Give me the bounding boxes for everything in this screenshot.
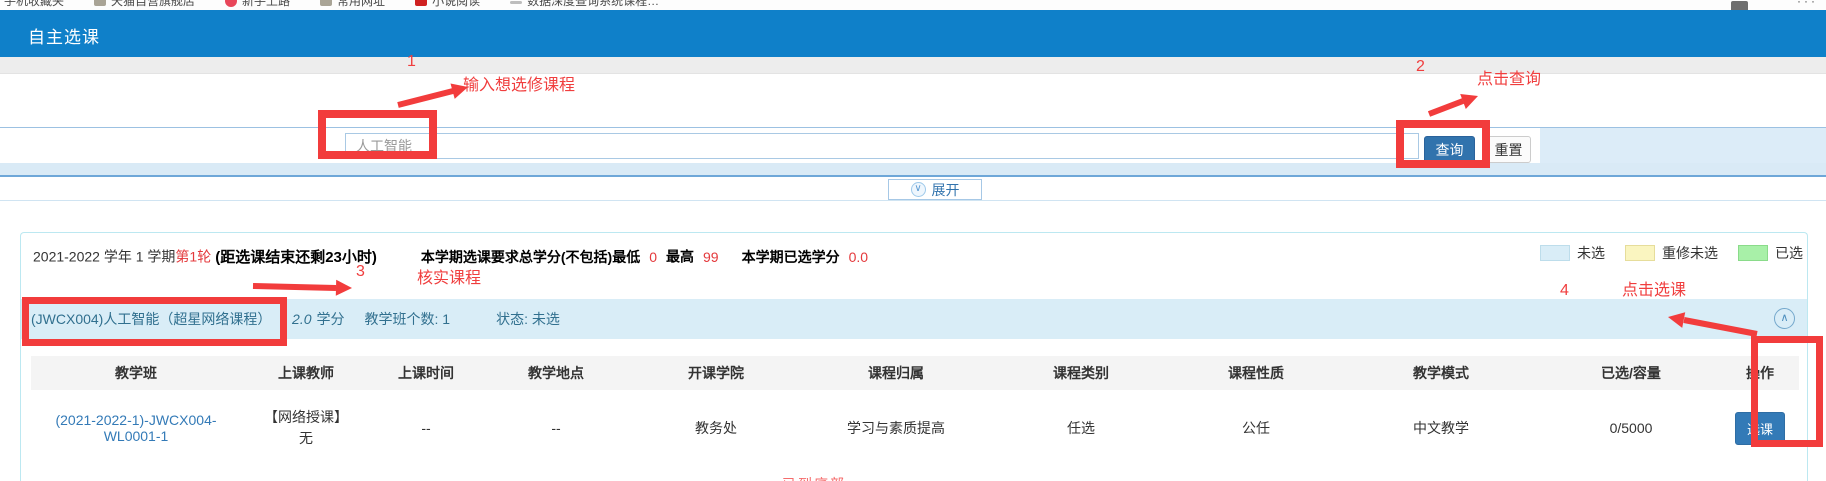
chevron-down-circle-icon: ∨ <box>911 182 926 197</box>
semester-deadline: (距选课结束还剩23小时) <box>215 249 377 266</box>
header-substrip <box>0 57 1826 74</box>
bookmark-item[interactable]: 数据深度查询系统课程… <box>510 0 659 9</box>
col-header-action: 操作 <box>1721 356 1799 390</box>
class-nature: 公任 <box>1171 390 1341 466</box>
class-belong: 学习与素质提高 <box>801 390 991 466</box>
table-row: (2021-2022-1)-JWCX004-WL0001-1 【网络授课】 无 … <box>31 390 1799 466</box>
expand-label: 展开 <box>932 180 960 200</box>
filter-right-fill <box>1540 128 1826 163</box>
legend-swatch-unselected <box>1540 245 1570 261</box>
credit-max-label: 最高 <box>666 249 694 265</box>
course-search-input[interactable] <box>345 133 1419 159</box>
selected-credit-label: 本学期已选学分 <box>742 249 840 265</box>
annotation-step4-number: 4 <box>1560 282 1569 300</box>
folder-icon <box>94 0 106 6</box>
bookmark-label: 手机收藏夹 <box>4 0 64 9</box>
bookmark-item[interactable]: 手机收藏夹 <box>4 0 64 9</box>
legend-label: 已选 <box>1775 243 1803 263</box>
filter-collapse-bar <box>0 163 1826 177</box>
course-selection-page: 手机收藏夹 天猫自营旗舰店 新手上路 常用网址 小说阅读 数据深度查询系统课程…… <box>0 0 1826 481</box>
col-header-college: 开课学院 <box>631 356 801 390</box>
selected-credit-value: 0.0 <box>849 249 868 265</box>
red-dot-icon <box>225 0 237 7</box>
legend-swatch-retake <box>1625 245 1655 261</box>
search-filter-bar: 查询 重置 <box>0 127 1826 163</box>
class-category: 任选 <box>991 390 1171 466</box>
legend-swatch-selected <box>1738 245 1768 261</box>
select-course-button[interactable]: 选课 <box>1735 412 1785 445</box>
legend-item-retake: 重修未选 <box>1625 243 1718 263</box>
reset-button[interactable]: 重置 <box>1486 136 1531 163</box>
teacher-mode: 【网络授课】 <box>241 407 371 428</box>
bookmark-label: 小说阅读 <box>432 0 480 9</box>
col-header-time: 上课时间 <box>371 356 481 390</box>
annotation-step3-text: 核实课程 <box>417 264 481 288</box>
table-header-row: 教学班 上课教师 上课时间 教学地点 开课学院 课程归属 课程类别 课程性质 教… <box>31 356 1799 390</box>
annotation-step1-text: 输入想选修课程 <box>463 71 575 95</box>
annotation-step4-text: 点击选课 <box>1622 276 1686 300</box>
legend-item-selected: 已选 <box>1738 243 1803 263</box>
end-of-list-tip: 已到底部 <box>782 474 846 481</box>
legend-label: 重修未选 <box>1662 243 1718 263</box>
semester-round: 第1轮 <box>175 249 211 265</box>
bookmarks-overflow-icon[interactable]: ··· <box>1797 0 1818 8</box>
class-mode: 中文教学 <box>1341 390 1541 466</box>
annotation-step3-number: 3 <box>356 263 365 281</box>
course-credits-unit: 学分 <box>317 309 345 329</box>
col-header-place: 教学地点 <box>481 356 631 390</box>
page-title: 自主选课 <box>28 23 100 48</box>
col-header-teacher: 上课教师 <box>241 356 371 390</box>
course-group-header[interactable]: (JWCX004)人工智能（超星网络课程） - 2.0 学分 教学班个数: 1 … <box>21 299 1807 339</box>
col-header-nature: 课程性质 <box>1171 356 1341 390</box>
legend-label: 未选 <box>1577 243 1605 263</box>
bookmark-label: 天猫自营旗舰店 <box>111 0 195 9</box>
annotation-step1-number: 1 <box>407 53 416 71</box>
class-place: -- <box>481 390 631 466</box>
arrow-step2 <box>1429 101 1463 114</box>
class-count: 教学班个数: 1 <box>365 309 451 329</box>
bookmark-item[interactable]: 常用网址 <box>320 0 385 9</box>
annotation-step2-number: 2 <box>1416 58 1425 76</box>
col-header-capacity: 已选/容量 <box>1541 356 1721 390</box>
annotation-step2-text: 点击查询 <box>1477 65 1541 89</box>
course-credits-value: 2.0 <box>292 311 311 327</box>
class-time: -- <box>371 390 481 466</box>
semester-term: 2021-2022 学年 1 学期 <box>33 249 175 265</box>
status-legend: 未选 重修未选 已选 <box>1540 243 1803 263</box>
col-header-belong: 课程归属 <box>801 356 991 390</box>
monitor-icon[interactable] <box>1731 1 1748 10</box>
bookmark-label: 数据深度查询系统课程… <box>527 0 659 9</box>
col-header-mode: 教学模式 <box>1341 356 1541 390</box>
dash-icon <box>510 1 522 4</box>
credit-max-value: 99 <box>703 249 719 265</box>
query-button[interactable]: 查询 <box>1424 136 1475 163</box>
course-title-dash: - <box>279 311 284 327</box>
credit-requirement-label: 本学期选课要求总学分(不包括)最低 <box>421 249 640 265</box>
bookmark-item[interactable]: 小说阅读 <box>415 0 480 9</box>
expand-toggle[interactable]: ∨ 展开 <box>888 179 982 200</box>
bookmark-item[interactable]: 新手上路 <box>225 0 290 9</box>
bookmark-item[interactable]: 天猫自营旗舰店 <box>94 0 195 9</box>
class-table: 教学班 上课教师 上课时间 教学地点 开课学院 课程归属 课程类别 课程性质 教… <box>31 356 1799 466</box>
app-header: 自主选课 <box>0 10 1826 57</box>
bookmark-label: 新手上路 <box>242 0 290 9</box>
arrow-step1 <box>398 91 453 105</box>
class-college: 教务处 <box>631 390 801 466</box>
folder-icon <box>320 0 332 6</box>
legend-item-unselected: 未选 <box>1540 243 1605 263</box>
red-badge-icon <box>415 0 427 6</box>
course-status: 状态: 未选 <box>496 309 560 329</box>
bookmark-label: 常用网址 <box>337 0 385 9</box>
browser-bookmarks-bar: 手机收藏夹 天猫自营旗舰店 新手上路 常用网址 小说阅读 数据深度查询系统课程…… <box>0 0 1826 10</box>
class-code-link[interactable]: (2021-2022-1)-JWCX004-WL0001-1 <box>55 412 216 444</box>
course-title: (JWCX004)人工智能（超星网络课程） <box>31 309 271 329</box>
chevron-up-circle-icon[interactable]: ∧ <box>1774 308 1795 329</box>
selection-panel: 2021-2022 学年 1 学期第1轮(距选课结束还剩23小时) 本学期选课要求… <box>20 232 1808 481</box>
divider <box>0 200 1826 201</box>
credit-min-value: 0 <box>649 249 657 265</box>
class-capacity: 0/5000 <box>1541 390 1721 466</box>
col-header-class: 教学班 <box>31 356 241 390</box>
teacher-name: 无 <box>241 428 371 449</box>
col-header-category: 课程类别 <box>991 356 1171 390</box>
